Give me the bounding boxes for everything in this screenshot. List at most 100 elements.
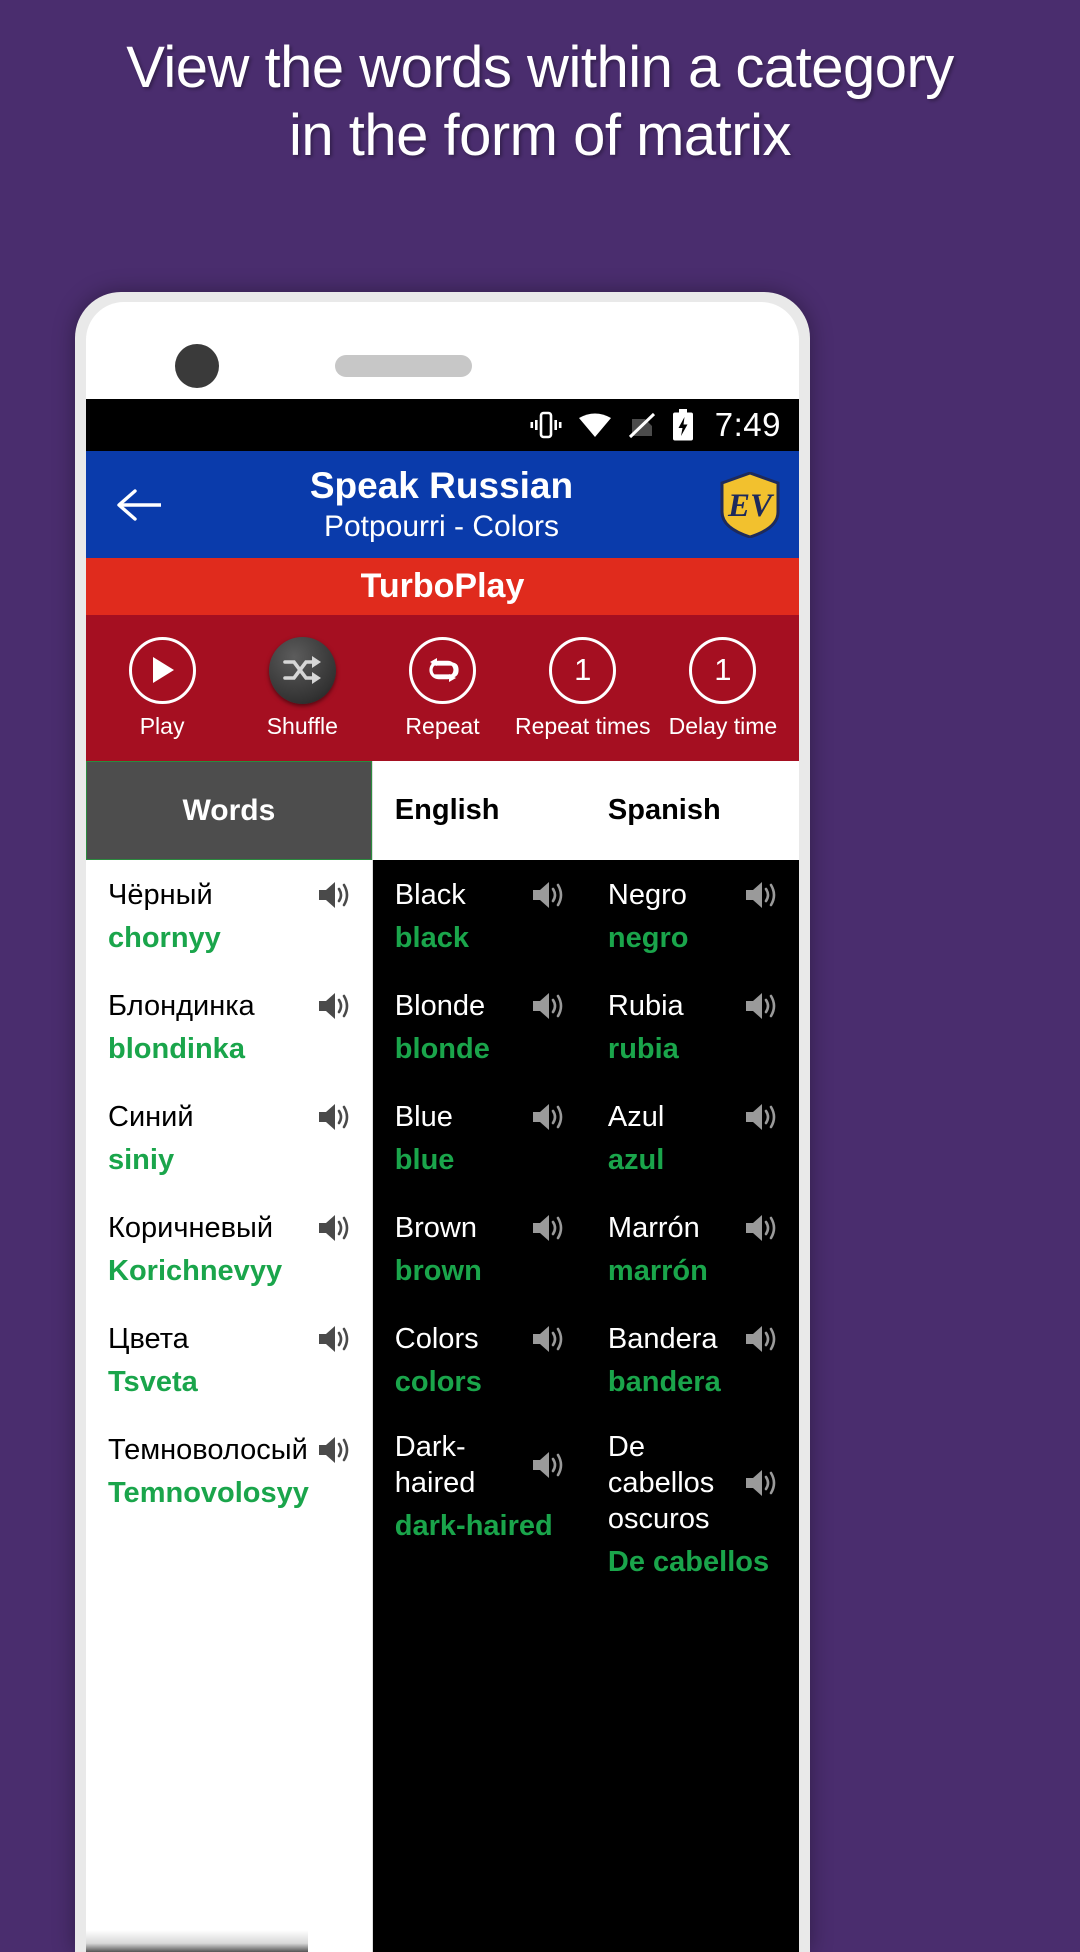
word-main: Marrón xyxy=(607,1211,700,1244)
cell-primary-row: Темноволосый xyxy=(108,1432,362,1468)
cell-primary-row: Marrón xyxy=(608,1210,789,1246)
delay-time-button[interactable]: 1 Delay time xyxy=(653,636,793,740)
delay-time-label: Delay time xyxy=(668,712,778,739)
delay-time-value-circle: 1 xyxy=(689,636,757,704)
word-main: Синий xyxy=(108,1100,194,1133)
word-transliteration: bandera xyxy=(607,1365,721,1398)
word-transliteration: rubia xyxy=(607,1032,679,1065)
table-row-words[interactable]: Синий siniy xyxy=(86,1082,372,1193)
word-transliteration: dark-haired xyxy=(394,1510,553,1542)
speaker-icon[interactable] xyxy=(530,1211,576,1245)
speaker-icon[interactable] xyxy=(316,1211,362,1245)
word-transliteration: siniy xyxy=(108,1143,175,1176)
table-row-words[interactable]: Блондинка blondinka xyxy=(86,971,372,1082)
scroll-indicator[interactable] xyxy=(86,1930,308,1952)
table-row-english[interactable]: Colors colors xyxy=(373,1304,586,1415)
table-row-english[interactable]: Brown brown xyxy=(373,1193,586,1304)
word-main: Rubia xyxy=(607,989,684,1022)
word-main: Темноволосый xyxy=(108,1433,308,1466)
word-main: De cabellos oscuros xyxy=(607,1431,715,1535)
ev-logo-icon[interactable]: EV xyxy=(719,471,781,538)
translation-headers: English Spanish xyxy=(372,761,799,860)
word-transliteration: brown xyxy=(394,1254,482,1287)
word-transliteration: negro xyxy=(607,921,689,954)
table-row-english[interactable]: Blonde blonde xyxy=(373,971,586,1082)
spanish-rows[interactable]: Negro negro Rubia rubia Azul azul Marrón marrón… xyxy=(586,860,799,1952)
word-transliteration: blonde xyxy=(394,1032,490,1065)
page-title: Speak Russian xyxy=(309,464,574,506)
table-row-spanish[interactable]: Marrón marrón xyxy=(586,1193,799,1304)
repeat-circle xyxy=(409,636,476,704)
table-row-spanish[interactable]: Rubia rubia xyxy=(586,971,799,1082)
word-main: Negro xyxy=(607,878,687,911)
table-row-spanish[interactable]: Azul azul xyxy=(586,1082,799,1193)
word-main: Bandera xyxy=(607,1322,718,1355)
speaker-icon[interactable] xyxy=(530,878,576,912)
speaker-icon[interactable] xyxy=(316,1433,362,1467)
table-row-words[interactable]: Темноволосый Temnovolosyy xyxy=(86,1415,372,1526)
play-button[interactable]: Play xyxy=(92,636,232,740)
cell-primary-row: Блондинка xyxy=(108,988,362,1024)
word-transliteration: Korichnevyy xyxy=(108,1254,283,1287)
table-row-english[interactable]: Blue blue xyxy=(373,1082,586,1193)
speaker-icon[interactable] xyxy=(743,1322,789,1356)
speaker-icon[interactable] xyxy=(316,878,362,912)
translation-rows: Black black Blonde blonde Blue blue Brown brown… xyxy=(372,860,799,1952)
table-row-words[interactable]: Цвета Tsveta xyxy=(86,1304,372,1415)
speaker-icon[interactable] xyxy=(743,1466,789,1500)
word-transliteration: De cabellos xyxy=(607,1546,770,1578)
column-header-spanish[interactable]: Spanish xyxy=(586,794,799,827)
cell-primary-row: Bandera xyxy=(608,1321,789,1357)
speaker-icon[interactable] xyxy=(530,1448,576,1482)
word-matrix: Words Чёрный chornyy Блондинка blondinka Син… xyxy=(86,761,799,1952)
word-transliteration: blue xyxy=(394,1143,455,1176)
cell-primary-row: Blue xyxy=(395,1099,576,1135)
word-main: Blue xyxy=(394,1100,453,1133)
word-main: Dark-haired xyxy=(394,1431,476,1499)
play-label: Play xyxy=(139,712,185,739)
back-arrow-icon[interactable] xyxy=(108,487,172,523)
word-transliteration: blondinka xyxy=(108,1032,245,1065)
translation-columns: English Spanish Black black Blonde blonde Bl… xyxy=(372,761,799,1952)
shuffle-button[interactable]: Shuffle xyxy=(232,636,372,740)
delay-time-value: 1 xyxy=(714,652,732,687)
word-main: Цвета xyxy=(108,1322,189,1355)
cell-primary-row: Azul xyxy=(608,1099,789,1135)
table-row-spanish[interactable]: Negro negro xyxy=(586,860,799,971)
speaker-icon[interactable] xyxy=(530,1100,576,1134)
table-row-words[interactable]: Чёрный chornyy xyxy=(86,860,372,971)
repeat-times-value: 1 xyxy=(574,652,592,687)
speaker-icon[interactable] xyxy=(316,1322,362,1356)
repeat-times-button[interactable]: 1 Repeat times xyxy=(513,636,653,740)
speaker-icon[interactable] xyxy=(316,989,362,1023)
table-row-spanish[interactable]: De cabellos oscuros De cabellos xyxy=(586,1415,799,1593)
repeat-button[interactable]: Repeat xyxy=(372,636,512,740)
cell-primary-row: Negro xyxy=(608,877,789,913)
table-row-english[interactable]: Dark-haired dark-haired xyxy=(373,1415,586,1557)
words-column: Words Чёрный chornyy Блондинка blondinka Син… xyxy=(86,761,373,1952)
cell-primary-row: Colors xyxy=(395,1321,576,1357)
speaker-icon[interactable] xyxy=(743,1211,789,1245)
speaker-icon[interactable] xyxy=(743,878,789,912)
speaker-icon[interactable] xyxy=(743,1100,789,1134)
speaker-icon[interactable] xyxy=(530,1322,576,1356)
english-rows[interactable]: Black black Blonde blonde Blue blue Brown brown… xyxy=(373,860,586,1952)
word-transliteration: black xyxy=(394,921,469,954)
promo-heading: View the words within a category in the … xyxy=(126,35,954,168)
app-bar-titles: Speak Russian Potpourri - Colors xyxy=(172,464,719,546)
speaker-icon[interactable] xyxy=(530,989,576,1023)
words-rows[interactable]: Чёрный chornyy Блондинка blondinka Синий sini… xyxy=(86,860,372,1952)
table-row-words[interactable]: Коричневый Korichnevyy xyxy=(86,1193,372,1304)
column-header-words[interactable]: Words xyxy=(86,761,372,860)
table-row-english[interactable]: Black black xyxy=(373,860,586,971)
table-row-spanish[interactable]: Bandera bandera xyxy=(586,1304,799,1415)
speaker-icon[interactable] xyxy=(316,1100,362,1134)
column-header-english[interactable]: English xyxy=(373,794,586,827)
app-bar: Speak Russian Potpourri - Colors EV xyxy=(86,451,799,558)
word-main: Colors xyxy=(394,1322,479,1355)
cell-primary-row: Black xyxy=(395,877,576,913)
speaker-icon[interactable] xyxy=(743,989,789,1023)
cell-primary-row: Dark-haired xyxy=(395,1429,576,1501)
cell-primary-row: Rubia xyxy=(608,988,789,1024)
vibrate-icon xyxy=(529,410,563,440)
